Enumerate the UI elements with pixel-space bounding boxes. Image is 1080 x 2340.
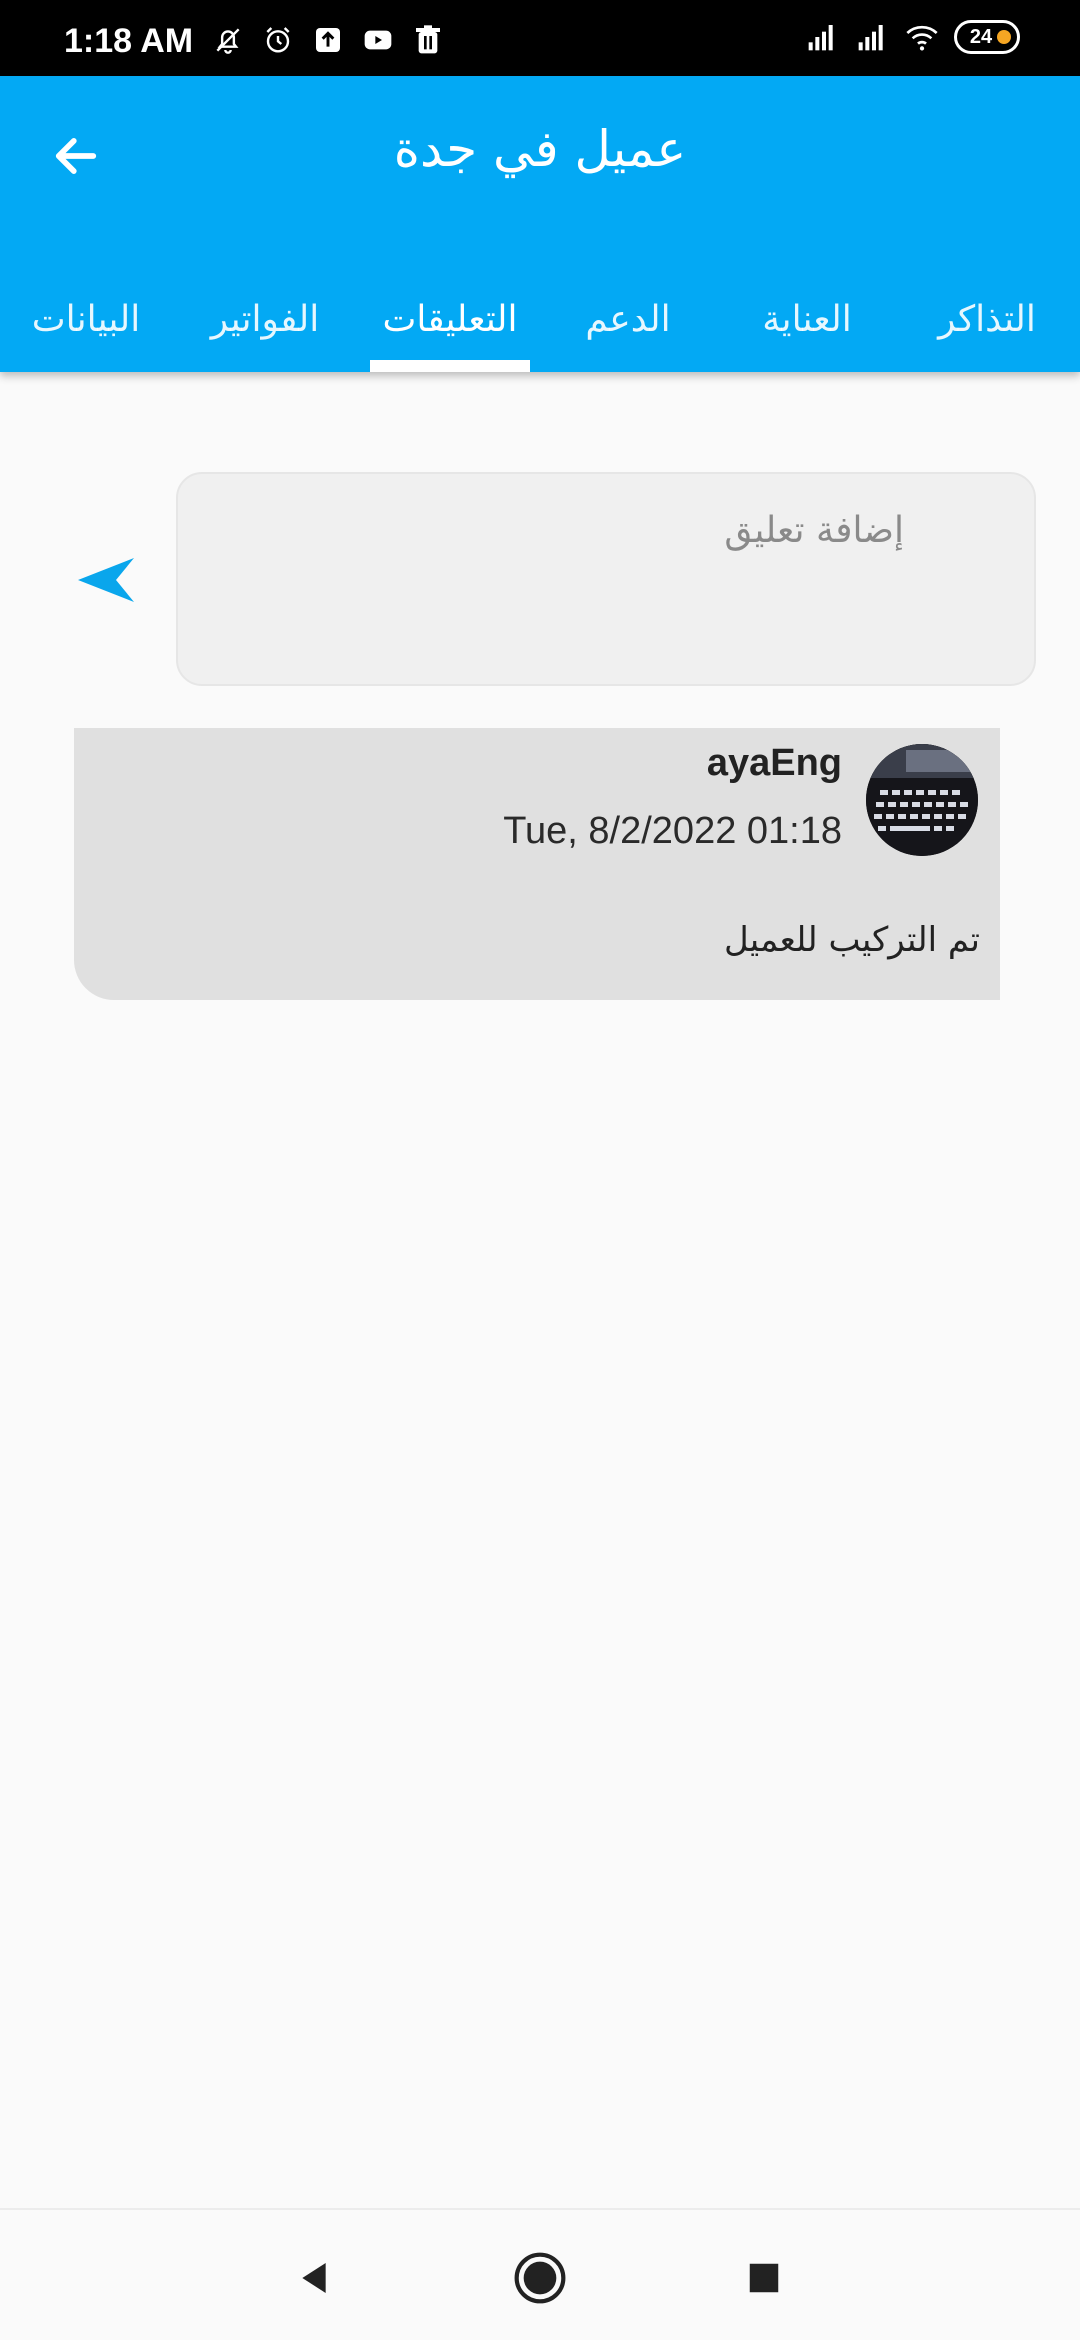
upload-icon: [316, 28, 340, 52]
battery-icon: 24: [954, 20, 1020, 54]
tab-label: التعليقات: [382, 299, 518, 340]
signal-icon: [808, 25, 833, 51]
nav-recents-icon: [749, 2263, 779, 2293]
navigation-bar: [0, 2208, 1080, 2340]
tab-support[interactable]: الدعم: [570, 288, 686, 372]
app-bar: عميل في جدة التذاكر العناية الدعم التعلي…: [0, 76, 1080, 372]
nav-recents-button[interactable]: [732, 2246, 796, 2310]
tab-care[interactable]: العناية: [740, 288, 874, 372]
comment-username: ayaEng: [706, 742, 842, 784]
avatar-image: [866, 744, 978, 856]
youtube-icon: [364, 30, 392, 50]
tab-bar: التذاكر العناية الدعم التعليقات الفواتير…: [0, 288, 1080, 372]
bell-off-icon: [216, 28, 240, 54]
status-bar: 1:18 AM 24: [0, 0, 1080, 76]
alarm-icon: [266, 27, 290, 53]
nav-back-button[interactable]: [282, 2246, 346, 2310]
tab-label: العناية: [762, 299, 852, 340]
tab-label: الفواتير: [210, 299, 320, 340]
battery-level: 24: [969, 25, 993, 48]
tab-tickets[interactable]: التذاكر: [920, 288, 1054, 372]
comment-text: تم التركيب للعميل: [723, 920, 980, 960]
tab-label: الدعم: [585, 299, 671, 340]
trash-icon: [416, 25, 440, 54]
tab-comments[interactable]: التعليقات: [370, 288, 530, 372]
active-tab-indicator: [370, 360, 530, 372]
status-time: 1:18 AM: [64, 22, 194, 60]
nav-home-icon: [514, 2252, 566, 2304]
wifi-icon: [906, 25, 938, 51]
system-icons: 24: [804, 20, 1020, 54]
avatar-icon: [866, 744, 978, 856]
send-button[interactable]: [72, 550, 140, 610]
nav-back-icon: [302, 2263, 326, 2293]
page-title: عميل في جدة: [393, 120, 687, 178]
send-icon: [78, 558, 134, 602]
tab-label: البيانات: [31, 299, 141, 340]
signal-icon: [858, 25, 883, 51]
tab-label: التذاكر: [938, 299, 1036, 340]
comment-input[interactable]: [176, 472, 1036, 686]
tab-invoices[interactable]: الفواتير: [200, 288, 330, 372]
tab-data[interactable]: البيانات: [26, 288, 146, 372]
comment-timestamp: Tue, 8/2/2022 01:18: [503, 810, 842, 852]
charging-dot: [997, 30, 1011, 44]
comment-card: ayaEng Tue, 8/2/2022 01:18 تم التركيب لل…: [74, 728, 1000, 1000]
nav-home-button[interactable]: [508, 2246, 572, 2310]
notification-icons: [210, 24, 446, 56]
